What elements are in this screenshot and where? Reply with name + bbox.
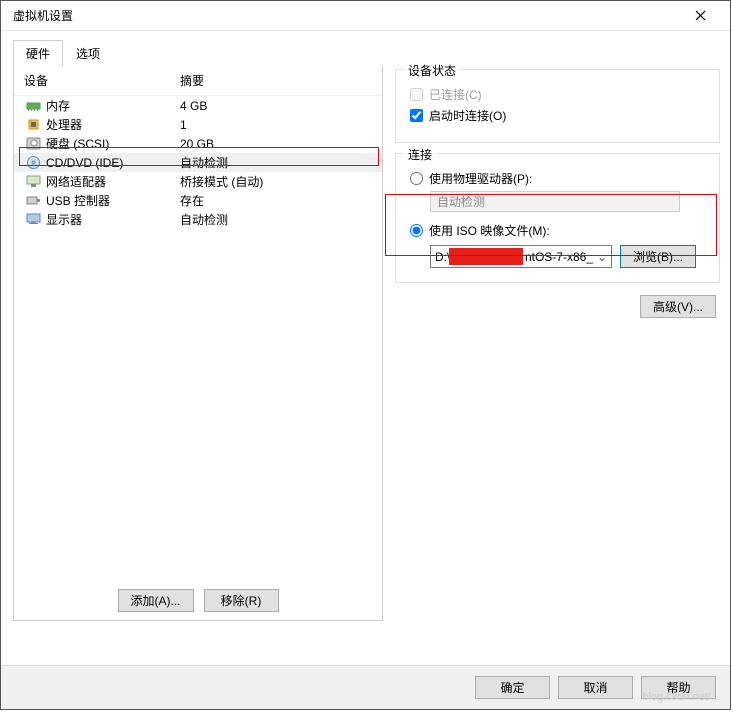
right-panel: 设备状态 已连接(C) 启动时连接(O) 连接 使用物理驱动器(P): 自动检测 (395, 39, 720, 621)
window-title: 虚拟机设置 (13, 7, 73, 24)
remove-button[interactable]: 移除(R) (204, 589, 279, 612)
connect-poweron-row[interactable]: 启动时连接(O) (410, 107, 705, 124)
vm-settings-dialog: 虚拟机设置 硬件 选项 设备 摘要 内存4 GB处理器1硬盘 (SCSI)20 … (0, 0, 731, 710)
use-iso-label: 使用 ISO 映像文件(M): (429, 222, 550, 239)
device-name: 内存 (46, 97, 180, 114)
physical-drive-dropdown: 自动检测 (430, 191, 680, 212)
device-summary: 自动检测 (180, 154, 374, 171)
device-name: USB 控制器 (46, 192, 180, 209)
connected-checkbox (410, 88, 423, 101)
use-physical-row[interactable]: 使用物理驱动器(P): (410, 170, 705, 187)
ok-button[interactable]: 确定 (475, 676, 550, 699)
iso-path-suffix: ntOS-7-x86_ (525, 250, 593, 264)
chevron-down-icon[interactable]: ⌄ (595, 250, 609, 264)
physical-drive-value: 自动检测 (437, 193, 485, 210)
dialog-footer: 确定 取消 帮助 (1, 665, 730, 709)
content-area: 硬件 选项 设备 摘要 内存4 GB处理器1硬盘 (SCSI)20 GBCD/D… (1, 31, 730, 621)
device-name: 处理器 (46, 116, 180, 133)
display-icon (24, 212, 42, 227)
device-summary: 桥接模式 (自动) (180, 173, 374, 190)
use-physical-label: 使用物理驱动器(P): (429, 170, 532, 187)
net-icon (24, 174, 42, 189)
device-summary: 存在 (180, 192, 374, 209)
usb-icon (24, 193, 42, 208)
iso-file-row: D:\ ntOS-7-x86_ ⌄ 浏览(B)... (430, 245, 705, 268)
close-icon (695, 10, 706, 21)
iso-path-combo[interactable]: D:\ ntOS-7-x86_ ⌄ (430, 245, 612, 268)
device-summary: 1 (180, 118, 374, 132)
use-iso-radio[interactable] (410, 224, 423, 237)
add-button[interactable]: 添加(A)... (118, 589, 194, 612)
hardware-row-memory[interactable]: 内存4 GB (14, 96, 382, 115)
device-name: 硬盘 (SCSI) (46, 135, 180, 152)
hardware-row-usb[interactable]: USB 控制器存在 (14, 191, 382, 210)
advanced-button[interactable]: 高级(V)... (640, 295, 716, 318)
device-name: 显示器 (46, 211, 180, 228)
browse-button[interactable]: 浏览(B)... (620, 245, 696, 268)
connection-group: 连接 使用物理驱动器(P): 自动检测 使用 ISO 映像文件(M): D:\ (395, 153, 720, 283)
connected-label: 已连接(C) (429, 86, 482, 103)
help-button[interactable]: 帮助 (641, 676, 716, 699)
hardware-header: 设备 摘要 (14, 66, 382, 96)
device-name: 网络适配器 (46, 173, 180, 190)
connected-checkbox-row: 已连接(C) (410, 86, 705, 103)
device-status-legend: 设备状态 (404, 62, 460, 79)
use-iso-row[interactable]: 使用 ISO 映像文件(M): (410, 222, 705, 239)
col-device: 设备 (24, 72, 180, 89)
memory-icon (24, 98, 42, 113)
advanced-row: 高级(V)... (395, 295, 720, 318)
tab-strip: 硬件 选项 (13, 39, 383, 67)
device-status-group: 设备状态 已连接(C) 启动时连接(O) (395, 69, 720, 143)
hardware-row-display[interactable]: 显示器自动检测 (14, 210, 382, 229)
disk-icon (24, 136, 42, 151)
titlebar: 虚拟机设置 (1, 1, 730, 31)
cd-icon (24, 155, 42, 170)
device-summary: 20 GB (180, 137, 374, 151)
hardware-row-cd[interactable]: CD/DVD (IDE)自动检测 (14, 153, 382, 172)
hardware-row-net[interactable]: 网络适配器桥接模式 (自动) (14, 172, 382, 191)
iso-path-redacted (449, 248, 523, 265)
cancel-button[interactable]: 取消 (558, 676, 633, 699)
col-summary: 摘要 (180, 72, 374, 89)
hardware-list: 设备 摘要 内存4 GB处理器1硬盘 (SCSI)20 GBCD/DVD (ID… (13, 66, 383, 621)
tab-hardware[interactable]: 硬件 (13, 40, 63, 67)
close-button[interactable] (680, 2, 720, 30)
device-summary: 4 GB (180, 99, 374, 113)
add-remove-row: 添加(A)... 移除(R) (14, 589, 382, 612)
device-name: CD/DVD (IDE) (46, 156, 180, 170)
hardware-row-cpu[interactable]: 处理器1 (14, 115, 382, 134)
tab-options[interactable]: 选项 (63, 40, 113, 67)
connect-poweron-label: 启动时连接(O) (429, 107, 506, 124)
use-physical-radio[interactable] (410, 172, 423, 185)
left-panel: 硬件 选项 设备 摘要 内存4 GB处理器1硬盘 (SCSI)20 GBCD/D… (13, 39, 383, 621)
connect-poweron-checkbox[interactable] (410, 109, 423, 122)
hardware-row-disk[interactable]: 硬盘 (SCSI)20 GB (14, 134, 382, 153)
device-summary: 自动检测 (180, 211, 374, 228)
cpu-icon (24, 117, 42, 132)
connection-legend: 连接 (404, 146, 436, 163)
